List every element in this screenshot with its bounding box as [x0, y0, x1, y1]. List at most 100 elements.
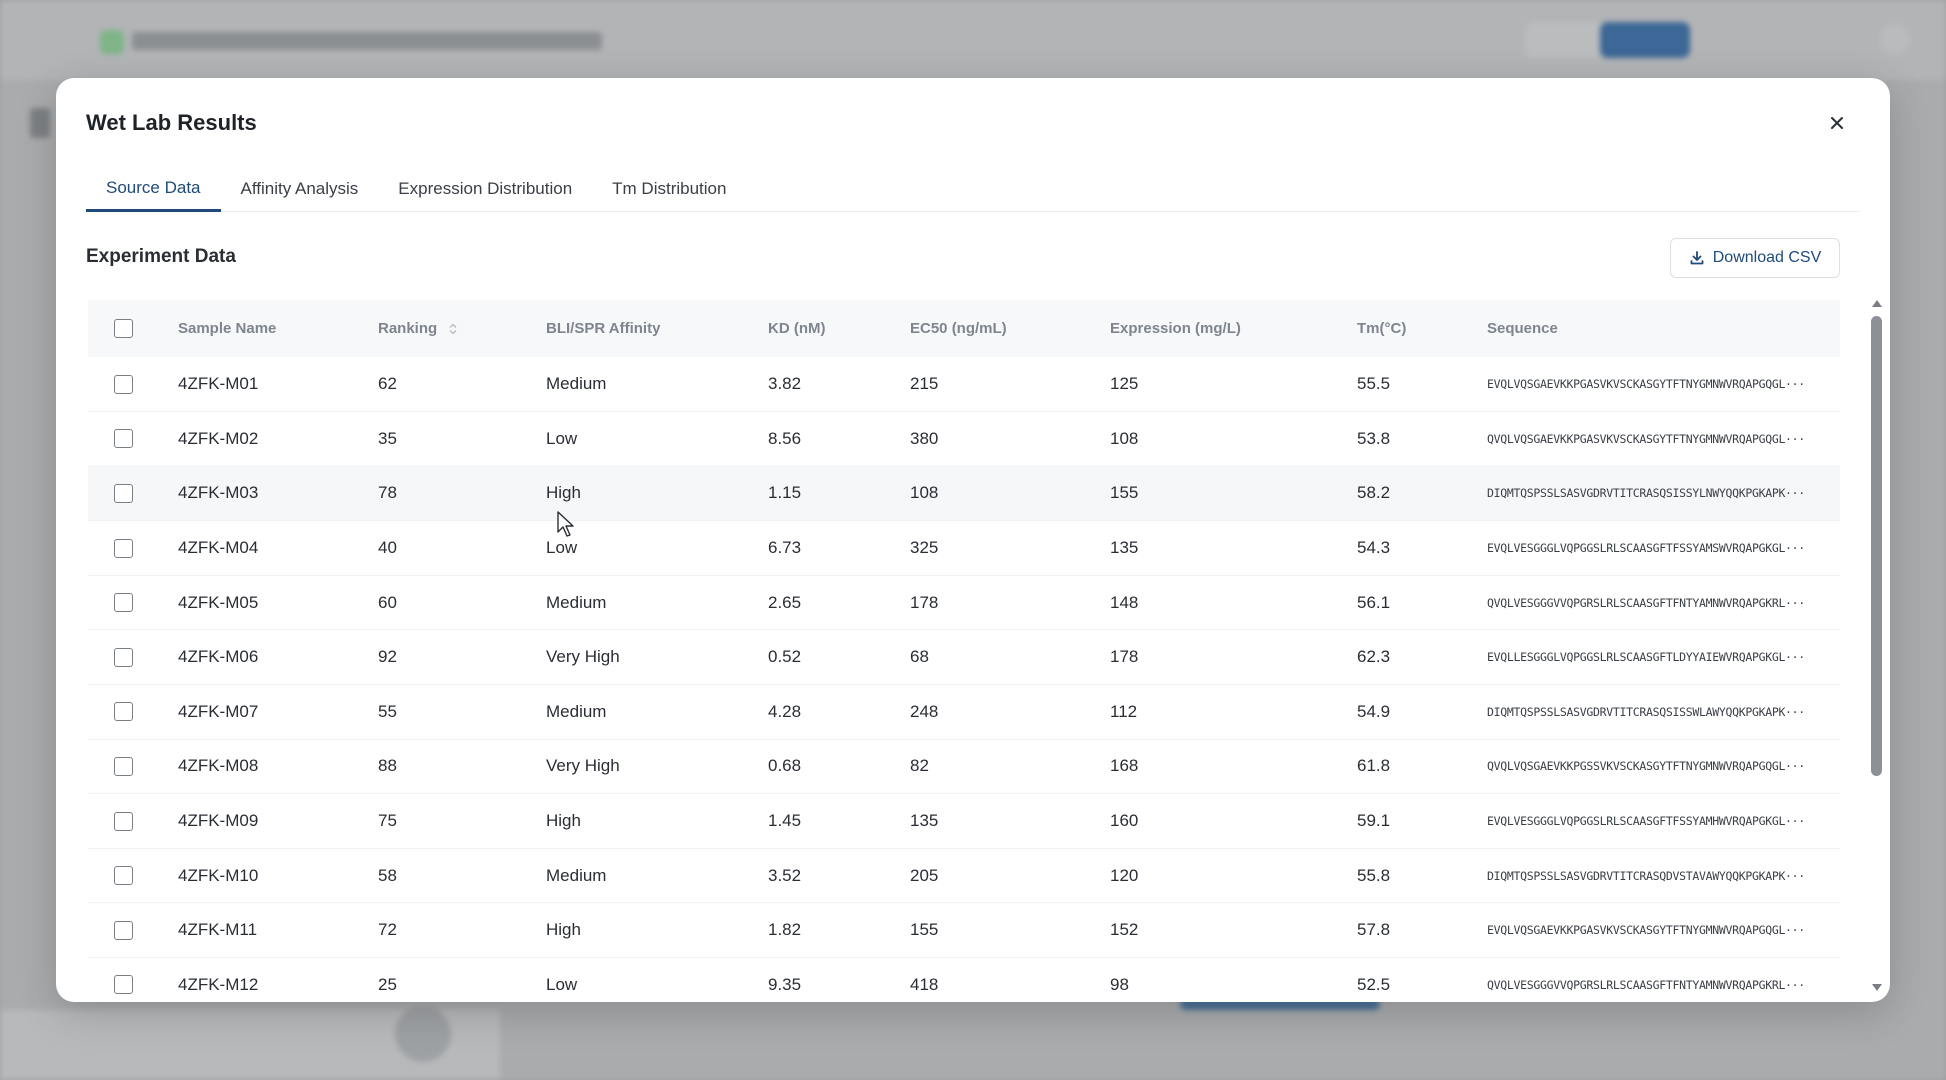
- cell-ranking: 25: [378, 957, 546, 1002]
- cell-affinity: Medium: [546, 684, 768, 740]
- cell-expression: 168: [1110, 739, 1357, 795]
- tab-affinity-analysis[interactable]: Affinity Analysis: [221, 166, 379, 212]
- row-checkbox[interactable]: [114, 538, 133, 558]
- cell-ec50: 325: [910, 520, 1110, 576]
- row-checkbox[interactable]: [114, 811, 133, 831]
- cell-kd: 6.73: [768, 520, 910, 576]
- select-all-checkbox[interactable]: [114, 319, 133, 338]
- cell-expression: 125: [1110, 357, 1357, 413]
- table-row[interactable]: 4ZFK-M09 75 High 1.45 135 160 59.1 EVQLVESGGGLV…: [88, 793, 1840, 849]
- cell-sequence: EVQLLESGGGLVQPGGSLRLSCAASGFTLDYYAIEWVRQA…: [1487, 629, 1840, 686]
- close-icon: [1831, 117, 1843, 129]
- row-checkbox[interactable]: [114, 483, 133, 503]
- close-button[interactable]: [1826, 112, 1848, 134]
- row-checkbox[interactable]: [114, 429, 133, 449]
- cell-affinity: Medium: [546, 848, 768, 904]
- row-checkbox-cell: [88, 466, 178, 522]
- column-header-expression[interactable]: Expression (mg/L): [1110, 300, 1357, 357]
- row-checkbox-cell: [88, 848, 178, 904]
- table-row[interactable]: 4ZFK-M01 62 Medium 3.82 215 125 55.5 EVQLVQSGAE…: [88, 357, 1840, 413]
- row-checkbox[interactable]: [114, 756, 133, 776]
- cell-expression: 135: [1110, 520, 1357, 576]
- sort-icon[interactable]: [449, 323, 457, 335]
- tab-tm-distribution[interactable]: Tm Distribution: [592, 166, 746, 212]
- row-checkbox[interactable]: [114, 920, 133, 940]
- table-row[interactable]: 4ZFK-M11 72 High 1.82 155 152 57.8 EVQLVQSGAEVK…: [88, 902, 1840, 959]
- cell-ranking: 40: [378, 520, 546, 576]
- scroll-down-arrow-icon[interactable]: [1872, 984, 1882, 991]
- row-checkbox[interactable]: [114, 374, 133, 394]
- cell-kd: 3.52: [768, 848, 910, 904]
- cell-tm: 55.8: [1357, 848, 1487, 904]
- row-checkbox-cell: [88, 793, 178, 849]
- column-header-tm[interactable]: Tm(°C): [1357, 300, 1487, 357]
- row-checkbox-cell: [88, 629, 178, 686]
- cell-ec50: 248: [910, 684, 1110, 740]
- column-header-kd[interactable]: KD (nM): [768, 300, 910, 357]
- cell-sample-name: 4ZFK-M07: [178, 684, 378, 740]
- column-header-sample-name[interactable]: Sample Name: [178, 300, 378, 357]
- table-row[interactable]: 4ZFK-M12 25 Low 9.35 418 98 52.5 QVQLVESGGGVVQP…: [88, 957, 1840, 1002]
- cell-ranking: 92: [378, 629, 546, 686]
- cell-ranking: 78: [378, 466, 546, 522]
- download-icon: [1690, 251, 1704, 265]
- cell-kd: 0.68: [768, 739, 910, 795]
- cell-tm: 59.1: [1357, 793, 1487, 849]
- cell-affinity: Low: [546, 957, 768, 1002]
- tab-expression-distribution[interactable]: Expression Distribution: [378, 166, 592, 212]
- cell-kd: 3.82: [768, 357, 910, 413]
- cell-tm: 57.8: [1357, 902, 1487, 959]
- cell-sequence: EVQLVESGGGLVQPGGSLRLSCAASGFTFSSYAMHWVRQA…: [1487, 793, 1840, 849]
- cell-ranking: 60: [378, 575, 546, 631]
- table-row[interactable]: 4ZFK-M10 58 Medium 3.52 205 120 55.8 DIQMTQSPSS…: [88, 848, 1840, 904]
- cell-sample-name: 4ZFK-M02: [178, 411, 378, 467]
- cell-kd: 9.35: [768, 957, 910, 1002]
- row-checkbox-cell: [88, 575, 178, 631]
- cell-ec50: 418: [910, 957, 1110, 1002]
- scrollbar-thumb[interactable]: [1871, 316, 1882, 776]
- background-primary-button: [1600, 22, 1690, 58]
- row-checkbox-cell: [88, 520, 178, 576]
- cell-affinity: Medium: [546, 357, 768, 413]
- row-checkbox[interactable]: [114, 702, 133, 722]
- column-header-ranking[interactable]: Ranking: [378, 300, 546, 357]
- table-row[interactable]: 4ZFK-M04 40 Low 6.73 325 135 54.3 EVQLVESGGGLVQ…: [88, 520, 1840, 576]
- table-row[interactable]: 4ZFK-M05 60 Medium 2.65 178 148 56.1 QVQLVESGGG…: [88, 575, 1840, 631]
- row-checkbox-cell: [88, 957, 178, 1002]
- column-header-sequence[interactable]: Sequence: [1487, 300, 1840, 357]
- cell-ec50: 178: [910, 575, 1110, 631]
- row-checkbox[interactable]: [114, 647, 133, 667]
- table-row[interactable]: 4ZFK-M08 88 Very High 0.68 82 168 61.8 QVQLVQSG…: [88, 739, 1840, 795]
- experiment-data-table: Sample Name Ranking BLI/SPR Affinity KD …: [88, 300, 1840, 1002]
- cell-expression: 98: [1110, 957, 1357, 1002]
- tab-source-data[interactable]: Source Data: [86, 166, 221, 212]
- row-checkbox[interactable]: [114, 866, 133, 886]
- cell-sequence: DIQMTQSPSSLSASVGDRVTITCRASQSISSYLNWYQQKP…: [1487, 466, 1840, 522]
- cell-affinity: High: [546, 793, 768, 849]
- cell-affinity: Very High: [546, 739, 768, 795]
- cell-expression: 112: [1110, 684, 1357, 740]
- row-checkbox[interactable]: [114, 593, 133, 613]
- cell-sample-name: 4ZFK-M12: [178, 957, 378, 1002]
- table-row[interactable]: 4ZFK-M03 78 High 1.15 108 155 58.2 DIQMTQSPSSLS…: [88, 466, 1840, 522]
- column-header-affinity[interactable]: BLI/SPR Affinity: [546, 300, 768, 357]
- table-row[interactable]: 4ZFK-M07 55 Medium 4.28 248 112 54.9 DIQMTQSPSS…: [88, 684, 1840, 740]
- scroll-up-arrow-icon[interactable]: [1872, 300, 1882, 307]
- vertical-scrollbar[interactable]: [1868, 218, 1884, 998]
- cell-tm: 58.2: [1357, 466, 1487, 522]
- cell-tm: 55.5: [1357, 357, 1487, 413]
- cell-sample-name: 4ZFK-M09: [178, 793, 378, 849]
- cell-tm: 52.5: [1357, 957, 1487, 1002]
- cell-ranking: 88: [378, 739, 546, 795]
- cell-kd: 8.56: [768, 411, 910, 467]
- download-csv-button[interactable]: Download CSV: [1670, 238, 1840, 278]
- table-row[interactable]: 4ZFK-M02 35 Low 8.56 380 108 53.8 QVQLVQSGAEVKK…: [88, 411, 1840, 467]
- cell-ec50: 68: [910, 629, 1110, 686]
- cell-tm: 53.8: [1357, 411, 1487, 467]
- background-title: [132, 32, 602, 50]
- table-row[interactable]: 4ZFK-M06 92 Very High 0.52 68 178 62.3 EVQLLESG…: [88, 629, 1840, 686]
- cell-ec50: 82: [910, 739, 1110, 795]
- column-header-ec50[interactable]: EC50 (ng/mL): [910, 300, 1110, 357]
- row-checkbox[interactable]: [114, 975, 133, 995]
- cell-affinity: Very High: [546, 629, 768, 686]
